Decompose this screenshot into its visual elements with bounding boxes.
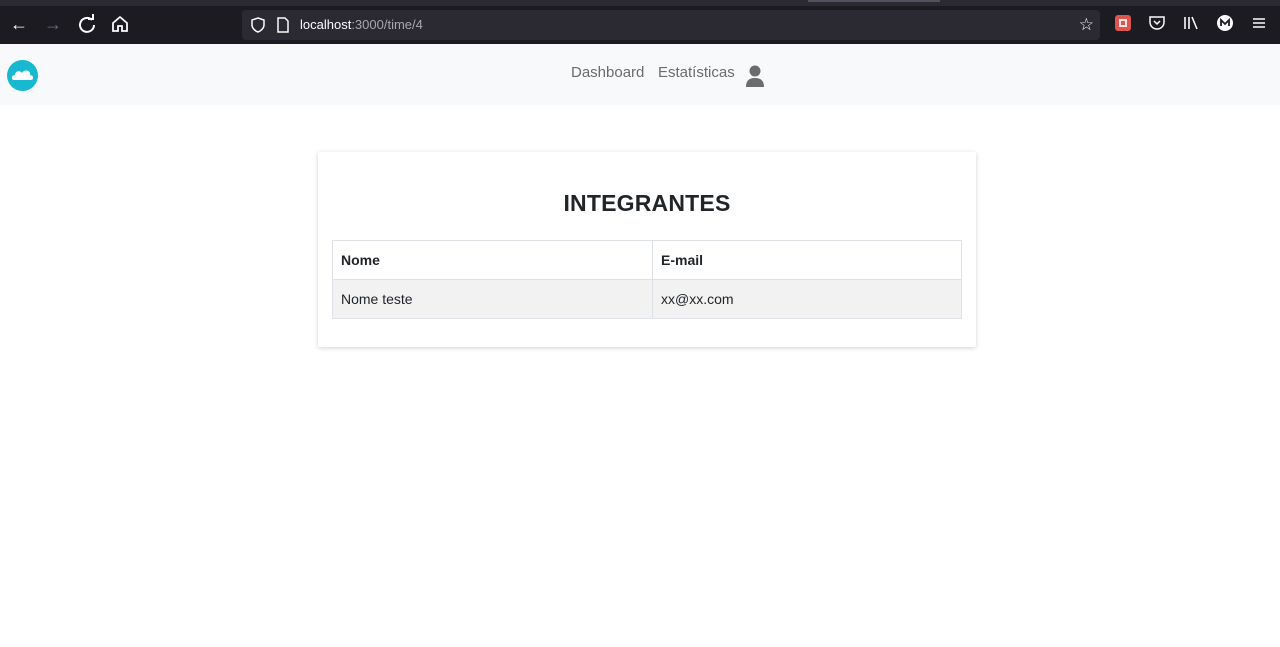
browser-toolbar: ← → localhost:3000/time/4 ☆: [0, 0, 1280, 44]
forward-icon[interactable]: →: [41, 12, 65, 36]
members-card: INTEGRANTES Nome E-mail Nome teste xx@xx…: [318, 152, 976, 347]
nav-link-dashboard[interactable]: Dashboard: [571, 64, 644, 81]
table-row[interactable]: Nome teste xx@xx.com: [332, 279, 962, 319]
cell-nome: Nome teste: [332, 279, 653, 319]
address-bar[interactable]: localhost:3000/time/4 ☆: [242, 10, 1100, 40]
user-icon[interactable]: [744, 64, 766, 88]
pocket-icon[interactable]: [1148, 14, 1166, 32]
table-header-row: Nome E-mail: [332, 240, 962, 280]
cell-email: xx@xx.com: [652, 279, 962, 319]
reload-icon[interactable]: [75, 12, 99, 36]
account-icon[interactable]: [1216, 14, 1234, 32]
page-info-icon[interactable]: [276, 17, 290, 38]
url-host: localhost: [300, 17, 352, 32]
extension-icon[interactable]: [1114, 14, 1132, 32]
nav-link-estatisticas[interactable]: Estatísticas: [658, 64, 735, 81]
column-header-email: E-mail: [652, 240, 962, 280]
tab-strip: [0, 0, 1280, 6]
column-header-nome: Nome: [332, 240, 653, 280]
url-path: :3000/time/4: [351, 17, 423, 32]
app-navbar: Dashboard Estatísticas: [0, 44, 1280, 105]
members-table: Nome E-mail Nome teste xx@xx.com: [332, 240, 962, 319]
library-icon[interactable]: [1182, 14, 1200, 32]
cloud-icon[interactable]: [7, 60, 38, 91]
menu-icon[interactable]: [1250, 14, 1268, 32]
back-icon[interactable]: ←: [7, 12, 31, 36]
page-title: INTEGRANTES: [563, 190, 731, 216]
tab-indicator: [808, 0, 940, 2]
bookmark-star-icon[interactable]: ☆: [1079, 15, 1094, 35]
home-icon[interactable]: [108, 12, 132, 36]
url-text[interactable]: localhost:3000/time/4: [300, 17, 423, 32]
shield-icon[interactable]: [250, 17, 266, 38]
